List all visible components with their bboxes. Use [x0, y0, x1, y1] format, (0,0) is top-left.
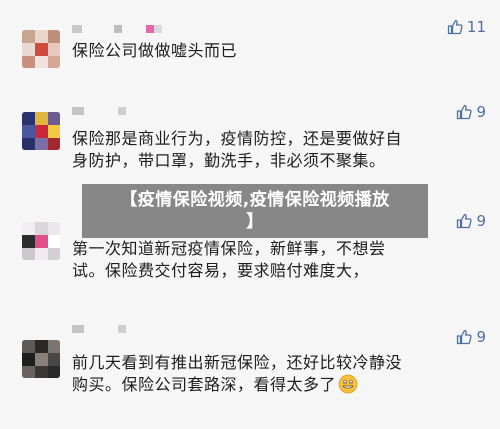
comment-text: 保险那是商业行为，疫情防控，还是要做好自 身防护，带口罩，勤洗手，非必须不聚集。 — [72, 128, 492, 172]
comment-line: 前几天看到有推出新冠保险，还好比较冷静没 — [72, 353, 403, 372]
thumbs-up-icon — [457, 213, 473, 229]
banner-line-1: 【疫情保险视频,疫情保险视频播放 — [120, 190, 390, 210]
avatar[interactable] — [22, 340, 60, 378]
like-count: 11 — [466, 18, 486, 36]
avatar[interactable] — [22, 222, 60, 260]
banner-line-2: 】 — [246, 212, 264, 232]
title-overlay-banner: 【疫情保险视频,疫情保险视频播放 】 — [82, 184, 428, 238]
like-button[interactable]: 9 — [456, 328, 486, 346]
like-button[interactable]: 9 — [456, 212, 486, 230]
comment-line: 第一次知道新冠疫情保险，新鲜事，不想尝 — [72, 239, 386, 258]
comment-line-text: 购买。保险公司套路深，看得太多了 — [72, 375, 337, 394]
avatar[interactable] — [22, 30, 60, 68]
comment-line: 购买。保险公司套路深，看得太多了 — [72, 374, 492, 396]
username-blurred[interactable] — [72, 25, 162, 33]
username-blurred[interactable] — [72, 325, 132, 333]
thumbs-up-icon — [457, 104, 473, 120]
thumbs-up-icon — [447, 19, 463, 35]
username-blurred[interactable] — [72, 107, 132, 115]
comment-feed: 11 保险公司做做嘘头而已 9 保险那是商业行为，疫情防控，还是要做好自 身防护… — [0, 0, 500, 429]
comment-line: 试。保险费交付容易，要求赔付难度大， — [72, 261, 370, 280]
like-button[interactable]: 11 — [447, 18, 486, 36]
thumbs-up-icon — [457, 329, 473, 345]
comment-text: 前几天看到有推出新冠保险，还好比较冷静没 购买。保险公司套路深，看得太多了 — [72, 352, 492, 396]
avatar[interactable] — [22, 112, 60, 150]
grinning-face-emoji-icon — [338, 374, 358, 394]
like-count: 9 — [476, 212, 486, 230]
like-count: 9 — [476, 103, 486, 121]
comment-text: 保险公司做做嘘头而已 — [72, 40, 492, 62]
like-count: 9 — [476, 328, 486, 346]
comment-line: 身防护，带口罩，勤洗手，非必须不聚集。 — [72, 151, 386, 170]
comment-text: 第一次知道新冠疫情保险，新鲜事，不想尝 试。保险费交付容易，要求赔付难度大， — [72, 238, 492, 282]
comment-line: 保险公司做做嘘头而已 — [72, 41, 238, 60]
like-button[interactable]: 9 — [456, 103, 486, 121]
comment-line: 保险那是商业行为，疫情防控，还是要做好自 — [72, 129, 403, 148]
